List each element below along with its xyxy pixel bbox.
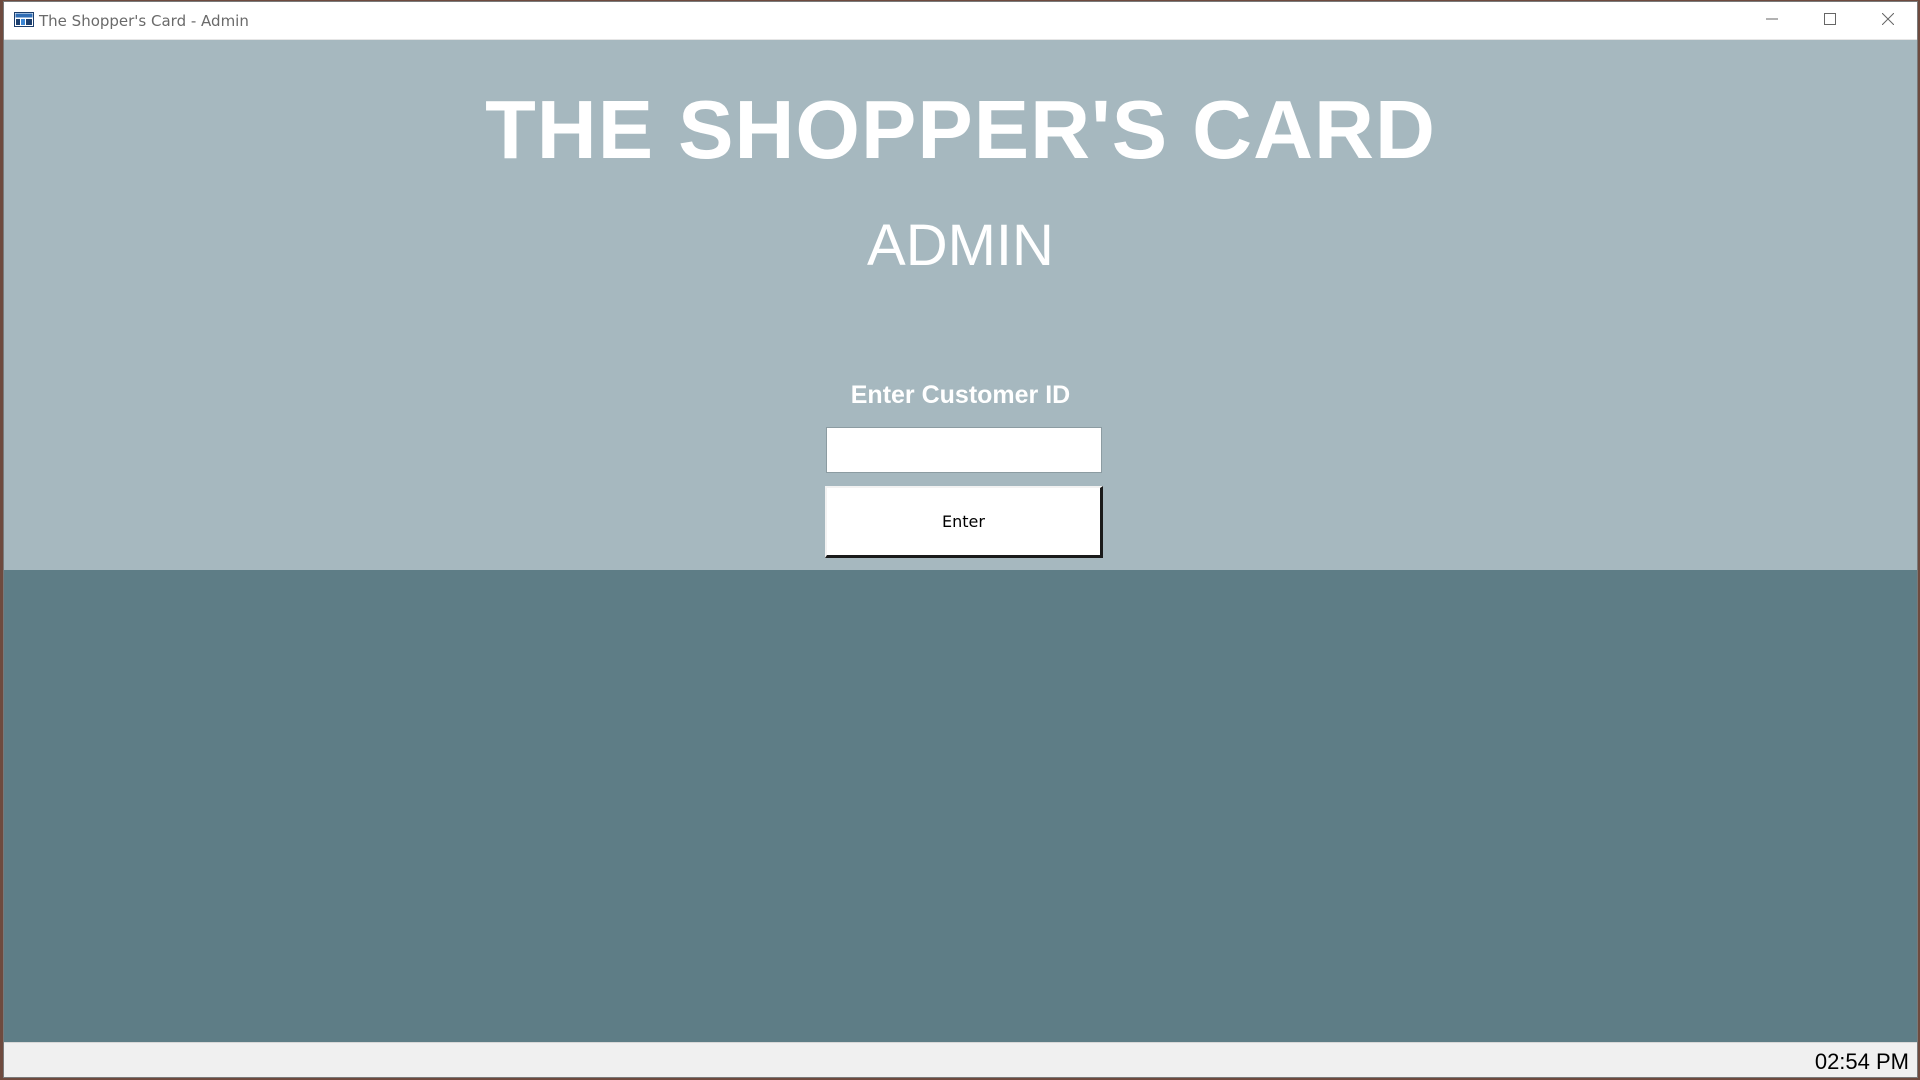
title-bar[interactable]: The Shopper's Card - Admin xyxy=(4,2,1917,40)
page-title: THE SHOPPER'S CARD xyxy=(485,83,1436,176)
clock: 02:54 PM xyxy=(1814,1049,1909,1074)
content-panel xyxy=(4,570,1917,1042)
minimize-icon xyxy=(1766,12,1778,30)
maximize-button[interactable] xyxy=(1801,2,1859,40)
app-logo-icon xyxy=(14,12,34,27)
close-button[interactable] xyxy=(1859,2,1917,40)
maximize-icon xyxy=(1824,12,1836,30)
app-window: The Shopper's Card - Admin THE SHOPPER'S… xyxy=(3,1,1918,1078)
close-icon xyxy=(1881,12,1895,30)
enter-button[interactable]: Enter xyxy=(825,486,1103,558)
customer-id-input[interactable] xyxy=(826,427,1102,473)
header-panel: THE SHOPPER'S CARD ADMIN Enter Customer … xyxy=(4,40,1917,570)
window-title: The Shopper's Card - Admin xyxy=(39,12,249,30)
status-bar: 02:54 PM xyxy=(4,1042,1917,1077)
customer-id-label: Enter Customer ID xyxy=(850,381,1071,409)
minimize-button[interactable] xyxy=(1743,2,1801,40)
page-subtitle: ADMIN xyxy=(867,213,1054,278)
